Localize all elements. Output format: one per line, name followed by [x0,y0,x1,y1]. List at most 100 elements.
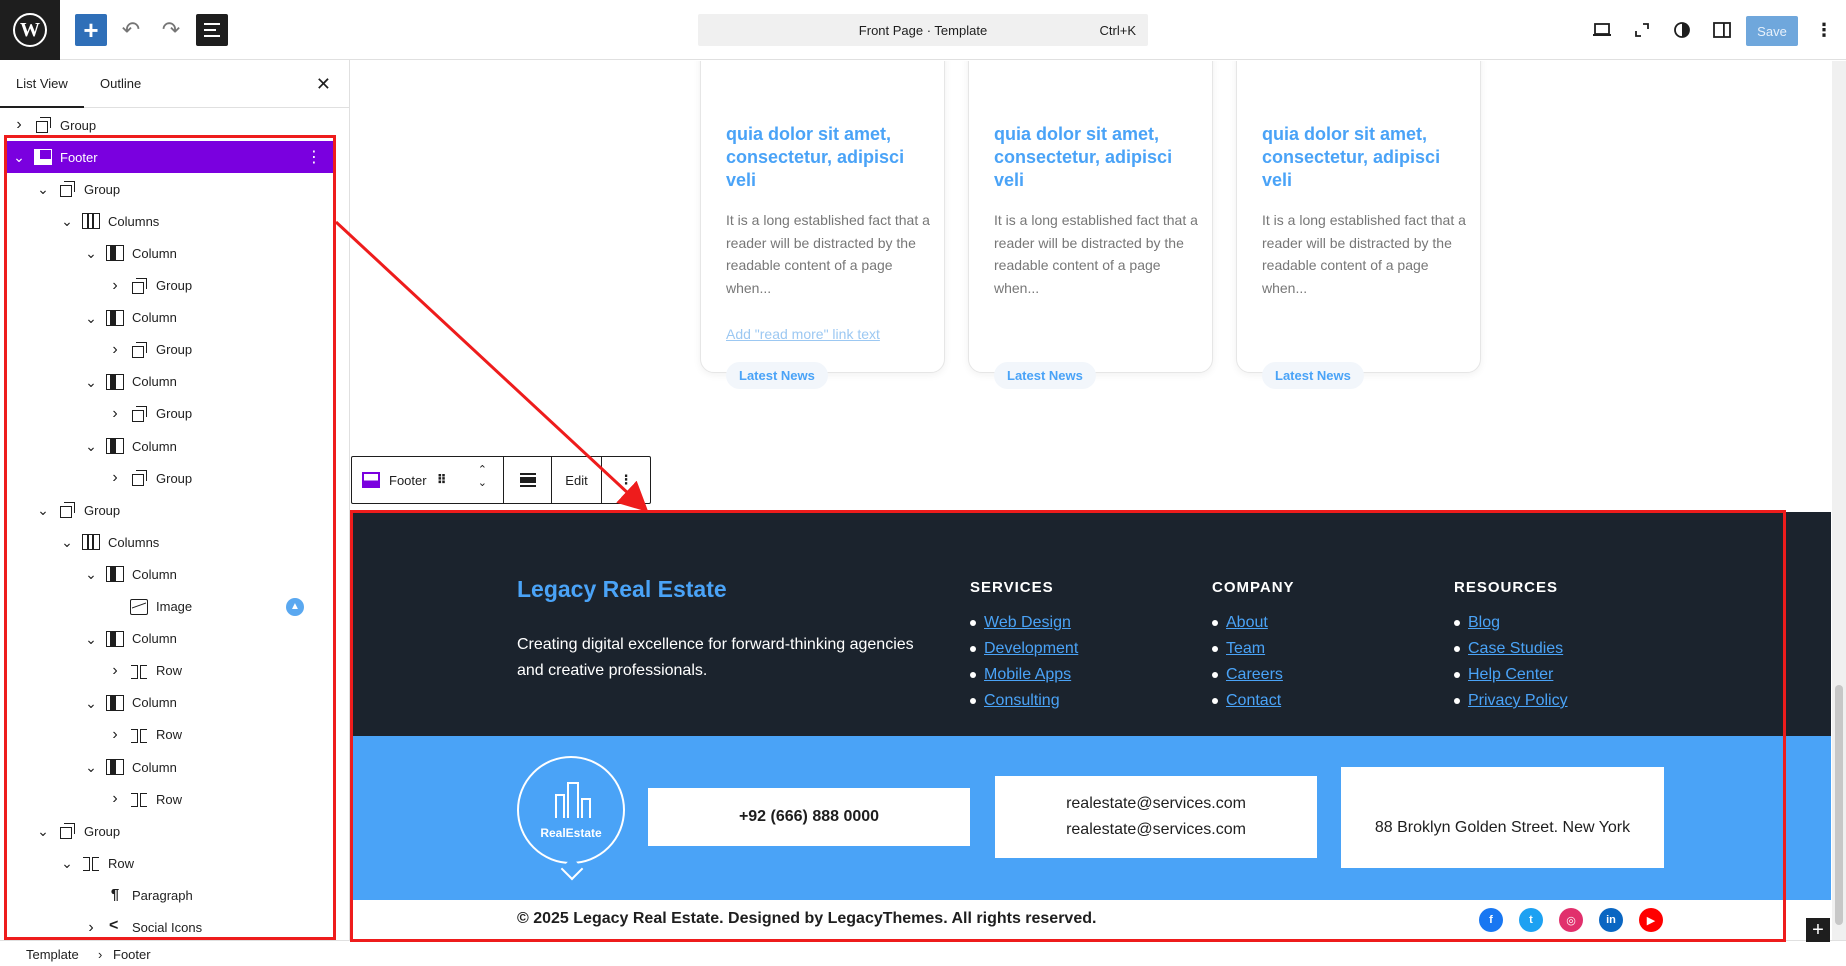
category-tag[interactable]: Latest News [994,362,1096,389]
tree-item-column[interactable]: ⌄ Column [4,623,334,655]
post-card[interactable]: quia dolor sit amet, consectetur, adipis… [700,61,945,389]
tree-item-group[interactable]: › Group [4,462,334,494]
chevron-down-icon[interactable]: ⌄ [12,150,26,164]
facebook-icon[interactable]: f [1479,908,1503,932]
chevron-down-icon[interactable]: ⌄ [60,214,74,228]
breadcrumb-footer[interactable]: Footer [113,947,151,962]
block-switcher[interactable]: Footer ⠿ ⌃ ⌄ [352,457,504,503]
close-icon[interactable]: ✕ [316,74,331,95]
wordpress-logo-button[interactable]: W [0,0,60,60]
footer-link[interactable]: Web Design [984,614,1071,631]
tree-item-social-icons[interactable]: › Social Icons [4,912,334,944]
tree-item-column[interactable]: ⌄ Column [4,558,334,590]
footer-link[interactable]: About [1226,614,1268,631]
tree-item-column[interactable]: ⌄ Column [4,751,334,783]
tree-item-paragraph[interactable]: ›¶Paragraph [4,879,334,911]
zoom-out-button[interactable] [1626,14,1658,46]
tree-item-row[interactable]: ⌄ Row [4,847,334,879]
chevron-down-icon[interactable]: ⌄ [36,182,50,196]
tree-item-image[interactable]: ›Image▲ [4,591,334,623]
tree-item-group[interactable]: › Group [4,270,334,302]
chevron-down-icon[interactable]: ⌄ [84,311,98,325]
twitter-icon[interactable]: t [1519,908,1543,932]
chevron-right-icon[interactable]: › [108,469,122,487]
tab-outline[interactable]: Outline [100,76,141,91]
footer-brand[interactable]: Legacy Real Estate [517,576,727,603]
drag-handle-icon[interactable]: ⠿ [437,472,447,488]
footer-link[interactable]: Team [1226,640,1265,657]
tree-item-row[interactable]: › Row [4,655,334,687]
footer-link[interactable]: Development [984,640,1078,657]
post-title[interactable]: quia dolor sit amet, consectetur, adipis… [726,123,926,192]
tree-item-group[interactable]: ⌄ Group [4,815,334,847]
footer-link[interactable]: Careers [1226,666,1283,683]
chevron-down-icon[interactable]: ⌄ [84,439,98,453]
footer-link[interactable]: Blog [1468,614,1500,631]
footer-link[interactable]: Case Studies [1468,640,1563,657]
tree-item-columns[interactable]: ⌄ Columns [4,205,334,237]
chevron-down-icon[interactable]: ⌄ [36,503,50,517]
more-vertical-icon[interactable]: ⋮ [306,147,322,167]
post-title[interactable]: quia dolor sit amet, consectetur, adipis… [1262,123,1462,192]
address-box[interactable]: 88 Broklyn Golden Street. New York [1341,767,1664,868]
document-overview-button[interactable] [196,14,228,46]
chevron-down-icon[interactable]: ⌄ [84,760,98,774]
post-card[interactable]: quia dolor sit amet, consectetur, adipis… [1236,61,1481,389]
chevron-right-icon[interactable]: › [12,116,26,134]
read-more-link[interactable]: Add "read more" link text [726,326,880,342]
tree-item-column[interactable]: ⌄ Column [4,430,334,462]
tree-item-row[interactable]: › Row [4,783,334,815]
breadcrumb-template[interactable]: Template [26,947,79,962]
editor-canvas[interactable]: quia dolor sit amet, consectetur, adipis… [351,61,1831,940]
post-card[interactable]: quia dolor sit amet, consectetur, adipis… [968,61,1213,389]
post-title[interactable]: quia dolor sit amet, consectetur, adipis… [994,123,1194,192]
tree-item-columns[interactable]: ⌄ Columns [4,526,334,558]
tree-item-group[interactable]: › Group [4,109,334,141]
tree-item-group[interactable]: › Group [4,398,334,430]
copyright-text[interactable]: © 2025 Legacy Real Estate. Designed by L… [517,910,1096,928]
phone-box[interactable]: +92 (666) 888 0000 [648,788,970,846]
tree-item-column[interactable]: ⌄ Column [4,237,334,269]
block-options-button[interactable]: ⋮ [602,457,650,503]
chevron-right-icon[interactable]: › [108,277,122,295]
options-button[interactable]: ⋮ [1808,14,1840,46]
settings-sidebar-button[interactable] [1706,14,1738,46]
command-palette-button[interactable]: Front Page · Template Ctrl+K [698,14,1148,46]
tab-list-view[interactable]: List View [0,76,84,108]
move-arrows-icon[interactable]: ⌃ ⌄ [478,464,487,490]
redo-button[interactable]: ↷ [155,14,187,46]
tree-item-group[interactable]: ⌄ Group [4,173,334,205]
add-block-inserter-button[interactable]: + [1806,918,1830,942]
scrollbar-thumb[interactable] [1835,685,1843,925]
chevron-down-icon[interactable]: ⌄ [84,632,98,646]
site-footer[interactable]: Legacy Real Estate Creating digital exce… [351,512,1831,940]
category-tag[interactable]: Latest News [726,362,828,389]
tree-item-column[interactable]: ⌄ Column [4,302,334,334]
tree-item-group[interactable]: › Group [4,334,334,366]
footer-link[interactable]: Mobile Apps [984,666,1071,683]
chevron-right-icon[interactable]: › [108,662,122,680]
chevron-right-icon[interactable]: › [108,790,122,808]
edit-button[interactable]: Edit [552,457,602,503]
chevron-down-icon[interactable]: ⌄ [84,696,98,710]
chevron-right-icon[interactable]: › [108,341,122,359]
footer-link[interactable]: Consulting [984,692,1060,709]
chevron-down-icon[interactable]: ⌄ [60,856,74,870]
footer-link[interactable]: Help Center [1468,666,1553,683]
footer-link[interactable]: Contact [1226,692,1281,709]
email-box[interactable]: realestate@services.com realestate@servi… [995,776,1317,858]
chevron-down-icon[interactable]: ⌄ [60,535,74,549]
canvas-scrollbar[interactable] [1832,61,1846,940]
tree-item-group[interactable]: ⌄ Group [4,494,334,526]
chevron-down-icon[interactable]: ⌄ [36,824,50,838]
tree-item-row[interactable]: › Row [4,719,334,751]
chevron-down-icon[interactable]: ⌄ [84,375,98,389]
chevron-right-icon[interactable]: › [84,919,98,937]
youtube-icon[interactable]: ▶ [1639,908,1663,932]
undo-button[interactable]: ↶ [115,14,147,46]
tree-item-column[interactable]: ⌄ Column [4,687,334,719]
styles-button[interactable] [1666,14,1698,46]
align-button[interactable] [504,457,552,503]
chevron-down-icon[interactable]: ⌄ [84,246,98,260]
tree-item-column[interactable]: ⌄ Column [4,366,334,398]
